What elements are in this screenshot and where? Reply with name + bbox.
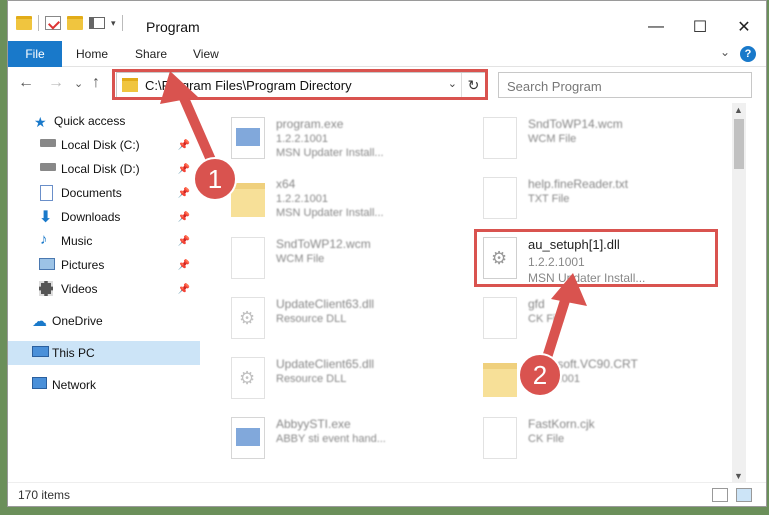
explorer-window: ▾ Program — ☐ ✕ File Home Share View ⌄ ?… xyxy=(7,0,767,507)
arrow-1-head xyxy=(160,71,198,104)
arrow-2-head xyxy=(551,273,587,306)
callout-number-1: 1 xyxy=(193,157,237,201)
callout-number-2: 2 xyxy=(518,353,562,397)
annotation-arrows xyxy=(160,71,587,372)
